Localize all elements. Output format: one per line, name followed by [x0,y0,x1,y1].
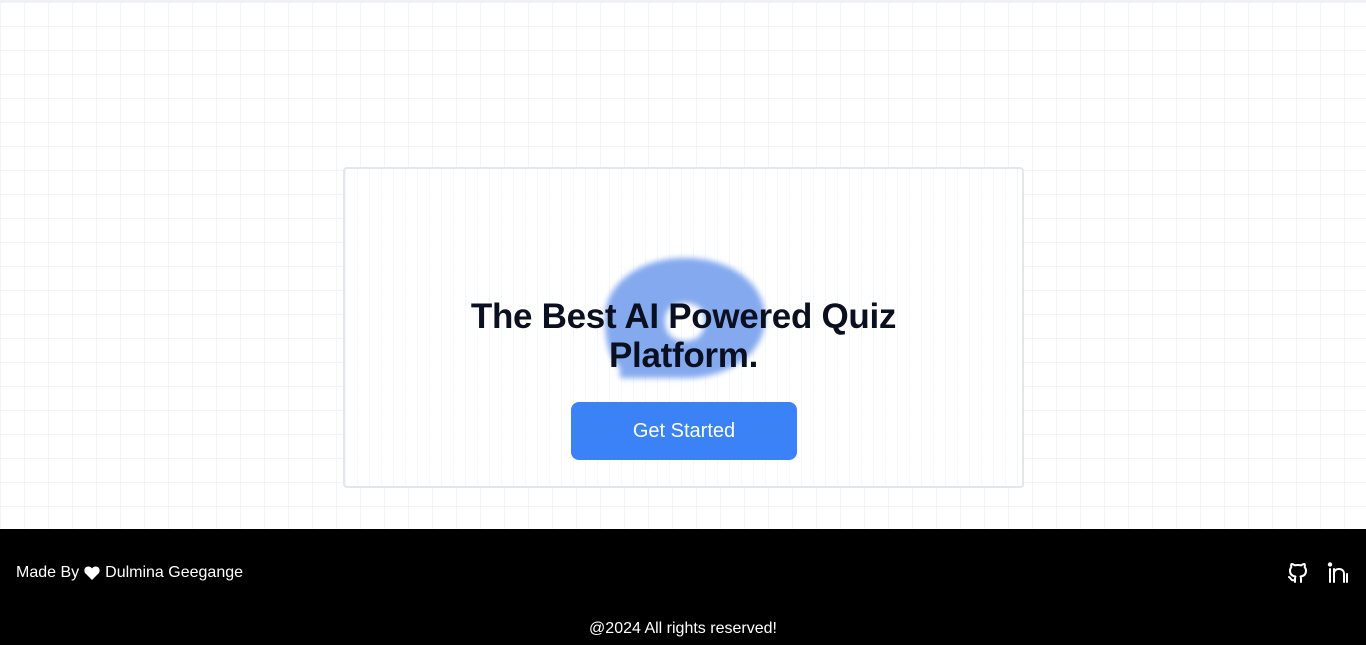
made-by-credit: Made By Dulmina Geegange [16,564,243,582]
page: The Best AI Powered Quiz Platform. Get S… [0,0,1366,645]
made-by-label: Made By [16,564,80,581]
hero-headline: The Best AI Powered Quiz Platform. [345,297,1022,375]
hero-section: The Best AI Powered Quiz Platform. Get S… [0,0,1366,529]
social-links [1286,561,1350,585]
github-icon[interactable] [1286,561,1310,585]
footer: Made By Dulmina Geegange @2024 All right… [0,529,1366,645]
headline-line-2: Platform. [609,336,758,375]
hero-card: The Best AI Powered Quiz Platform. Get S… [343,167,1024,488]
headline-line-1: The Best AI Powered Quiz [470,297,897,336]
author-name: Dulmina Geegange [105,564,244,581]
get-started-button[interactable]: Get Started [571,402,797,460]
copyright-text: @2024 All rights reserved! [589,620,777,637]
linkedin-icon[interactable] [1326,561,1350,585]
heart-icon [84,566,100,580]
